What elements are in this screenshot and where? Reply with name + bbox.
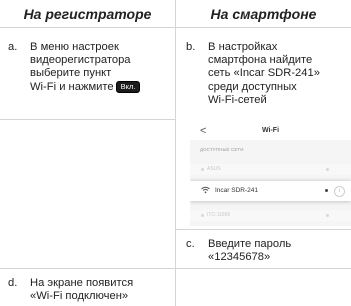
network-name: ITC-11865 bbox=[207, 212, 231, 218]
step-line: На экране появится bbox=[30, 277, 134, 289]
phone-wifi-screenshot: < Wi-Fi ДОСТУПНЫЕ СЕТИ ASUS Incar SDR-24… bbox=[190, 124, 351, 226]
header-divider bbox=[0, 27, 351, 28]
step-line: Wi-Fi-сетей bbox=[208, 93, 267, 106]
info-icon: i bbox=[334, 186, 345, 197]
network-name: Incar SDR-241 bbox=[215, 187, 258, 194]
lock-icon bbox=[326, 214, 329, 217]
step-line: «12345678» bbox=[208, 251, 271, 264]
row-divider-left-1 bbox=[0, 119, 175, 120]
wifi-icon bbox=[201, 186, 210, 194]
column-divider bbox=[175, 0, 176, 306]
step-letter: c. bbox=[186, 238, 195, 250]
step-line: среди доступных bbox=[208, 80, 297, 93]
lock-icon bbox=[325, 189, 328, 192]
wifi-icon bbox=[201, 168, 204, 171]
row-divider-full bbox=[0, 268, 351, 269]
network-row: ASUS bbox=[190, 164, 351, 175]
network-row: ITC-11865 bbox=[190, 210, 351, 221]
step-c: c. Введите пароль «12345678» bbox=[186, 238, 346, 268]
step-line: видеорегистратора bbox=[30, 54, 131, 67]
step-line: смартфона найдите bbox=[208, 54, 313, 67]
step-line: Wi-Fi и нажмите bbox=[30, 80, 114, 93]
phone-title: Wi-Fi bbox=[261, 127, 280, 134]
on-button-label: Вкл. bbox=[115, 80, 141, 93]
step-line: Введите пароль bbox=[208, 238, 292, 250]
step-d: d. На экране появится «Wi-Fi подключен» bbox=[8, 277, 173, 305]
step-b: b. В настройках смартфона найдите сеть «… bbox=[186, 41, 346, 111]
network-name: ASUS bbox=[207, 166, 221, 172]
step-letter: a. bbox=[8, 41, 18, 53]
instruction-table: На регистраторе На смартфоне a. В меню н… bbox=[0, 0, 351, 306]
network-row-selected: Incar SDR-241 i bbox=[190, 181, 351, 201]
header-smartphone: На смартфоне bbox=[210, 5, 317, 22]
lock-icon bbox=[326, 168, 329, 171]
phone-nav-bar: < Wi-Fi bbox=[190, 124, 351, 140]
step-line: В настройках bbox=[208, 41, 278, 53]
step-line: В меню настроек bbox=[30, 41, 119, 53]
step-line: «Wi-Fi подключен» bbox=[30, 290, 129, 303]
step-line: сеть «Incar SDR-241» bbox=[208, 67, 320, 80]
step-line: выберите пункт bbox=[30, 67, 112, 80]
step-a: a. В меню настроек видеорегистратора выб… bbox=[8, 41, 173, 101]
step-letter: b. bbox=[186, 41, 196, 53]
wifi-icon bbox=[201, 214, 204, 217]
row-divider-right bbox=[176, 229, 351, 230]
header-recorder: На регистраторе bbox=[23, 5, 152, 22]
section-label: ДОСТУПНЫЕ СЕТИ bbox=[200, 147, 244, 152]
step-letter: d. bbox=[8, 277, 18, 289]
